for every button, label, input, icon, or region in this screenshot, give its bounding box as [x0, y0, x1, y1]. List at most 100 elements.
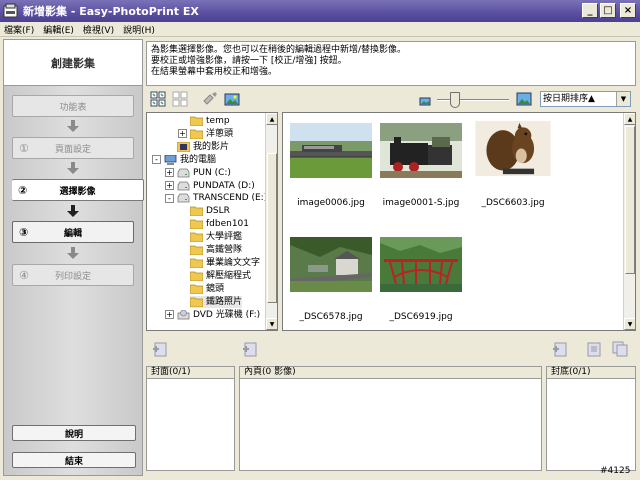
scroll-thumb[interactable] — [267, 153, 277, 303]
dropdown-arrow-icon[interactable]: ▼ — [616, 92, 630, 106]
drive-icon — [177, 168, 190, 178]
small-image-size-icon[interactable] — [417, 93, 433, 109]
close-button[interactable]: × — [620, 3, 636, 18]
tree-expand-toggle[interactable]: + — [178, 129, 187, 139]
down-arrow-icon — [67, 205, 79, 217]
minimize-button[interactable]: _ — [582, 3, 598, 18]
computer-icon — [164, 154, 177, 165]
step-number: ① — [19, 141, 29, 155]
scroll-down-button[interactable]: ▼ — [266, 318, 277, 330]
maximize-icon: □ — [603, 4, 613, 16]
menu-bar: 檔案(F) 編輯(E) 檢視(V) 說明(H) — [0, 22, 640, 37]
instruction-text: 為影集選擇影像。您也可以在稍後的編輯過程中新增/替換影像。 要校正或增強影像，請… — [146, 41, 636, 86]
correct-enhance-icon[interactable] — [202, 91, 218, 107]
folder-tree-scrollbar[interactable]: ▲ ▼ — [265, 113, 277, 330]
add-cover-icon[interactable] — [152, 341, 168, 357]
tree-expand-toggle[interactable]: - — [165, 193, 174, 203]
image-filename: image0006.jpg — [297, 198, 365, 208]
maximize-button[interactable]: □ — [600, 3, 616, 18]
down-arrow-icon — [67, 120, 79, 132]
step-menu[interactable]: 功能表 — [12, 95, 134, 117]
back-cover-drop-area[interactable] — [546, 379, 636, 471]
large-image-size-icon[interactable] — [516, 91, 532, 107]
tree-node[interactable]: fdben101 — [189, 218, 249, 230]
folder-icon — [189, 245, 204, 256]
step-panel: 創建影集 功能表 ① 頁面設定 ② 選擇影像 ③ 編輯 ④ 列印設定 說明 結束 — [3, 39, 144, 476]
tree-node[interactable]: 我的影片 — [176, 141, 230, 153]
tree-expand-toggle[interactable]: + — [165, 310, 174, 319]
image-thumbnail[interactable] — [290, 237, 372, 292]
image-thumbnail[interactable] — [472, 121, 554, 176]
image-grid-scrollbar[interactable]: ▲ ▼ — [623, 113, 635, 330]
help-button[interactable]: 說明 — [12, 425, 136, 441]
remove-all-icon[interactable] — [612, 341, 628, 357]
tree-node-label: 我的電腦 — [180, 154, 217, 165]
add-inner-page-icon[interactable] — [242, 341, 258, 357]
title-bar[interactable]: 新增影集 - Easy-PhotoPrint EX _ □ × — [0, 0, 640, 22]
tree-node[interactable]: DVD 光碟機 (F:) — [177, 309, 260, 321]
add-back-cover-icon[interactable] — [552, 341, 568, 357]
tree-expand-toggle[interactable]: + — [165, 181, 174, 190]
scroll-down-button[interactable]: ▼ — [624, 318, 635, 330]
tree-node[interactable]: 我的電腦 — [164, 154, 216, 166]
exit-button[interactable]: 結束 — [12, 452, 136, 468]
folder-icon — [189, 258, 204, 269]
tree-node[interactable]: 高鐵營隊 — [189, 244, 242, 256]
tree-node[interactable]: temp — [189, 115, 230, 127]
step-number: ② — [18, 183, 28, 197]
step-select-images[interactable]: ② 選擇影像 — [12, 179, 144, 201]
dvd-drive-icon — [177, 309, 190, 320]
scroll-thumb[interactable] — [625, 126, 635, 274]
tree-node-label: DSLR — [206, 206, 230, 217]
image-filename: image0001-S.jpg — [382, 198, 460, 208]
instruction-line: 為影集選擇影像。您也可以在稍後的編輯過程中新增/替換影像。 — [151, 45, 407, 55]
tree-node-label: 鏡頭 — [206, 283, 225, 294]
step-edit[interactable]: ③ 編輯 — [12, 221, 134, 243]
tree-node[interactable]: PUN (C:) — [177, 167, 231, 179]
image-grid: image0006.jpg image0001-S.jpg _DSC6603.j… — [282, 112, 636, 331]
tree-node[interactable]: 解壓縮程式 — [189, 270, 252, 282]
image-thumbnail[interactable] — [380, 123, 462, 178]
tree-node-label: 解壓縮程式 — [206, 270, 252, 281]
image-info-icon[interactable] — [224, 91, 240, 107]
menu-file[interactable]: 檔案(F) — [4, 23, 34, 36]
sort-order-select[interactable]: 按日期排序▲ ▼ — [540, 91, 631, 107]
tree-node[interactable]: 洋蔥頭 — [189, 128, 234, 140]
tree-expand-toggle[interactable]: - — [152, 155, 161, 165]
menu-view[interactable]: 檢視(V) — [83, 23, 114, 36]
scroll-up-button[interactable]: ▲ — [266, 113, 277, 125]
image-thumbnail[interactable] — [290, 123, 372, 178]
tree-node-label: 洋蔥頭 — [206, 128, 234, 139]
tree-node[interactable]: 鐵路照片 — [189, 295, 243, 308]
tree-node[interactable]: 畢業論文文字 — [189, 257, 260, 269]
remove-image-icon[interactable] — [586, 341, 602, 357]
image-thumbnail[interactable] — [380, 237, 462, 292]
tree-node-label: PUN (C:) — [193, 167, 231, 178]
step-number: ③ — [19, 225, 29, 239]
tree-node-label: 我的影片 — [193, 141, 230, 152]
tree-node[interactable]: PUNDATA (D:) — [177, 180, 255, 192]
step-label: 頁面設定 — [54, 144, 91, 155]
tree-expand-toggle[interactable]: + — [165, 168, 174, 178]
tree-node[interactable]: DSLR — [189, 205, 230, 217]
select-all-icon[interactable] — [150, 91, 166, 107]
menu-help[interactable]: 說明(H) — [123, 23, 155, 36]
deselect-all-icon[interactable] — [172, 91, 188, 107]
tree-node[interactable]: 鏡頭 — [189, 283, 225, 295]
folder-tree: temp + 洋蔥頭 我的影片 - 我的電腦 + PUN (C:) + PUNDATA (D:) -… — [146, 112, 278, 331]
image-filename: _DSC6603.jpg — [481, 198, 545, 208]
step-label: 編輯 — [63, 228, 82, 239]
step-print-settings[interactable]: ④ 列印設定 — [12, 264, 134, 286]
cover-drop-area[interactable] — [146, 379, 235, 471]
app-window: 新增影集 - Easy-PhotoPrint EX _ □ × 檔案(F) 編輯… — [0, 0, 640, 480]
step-number: ④ — [19, 268, 29, 282]
thumbnail-size-slider-track[interactable] — [437, 99, 509, 101]
thumbnail-size-slider-thumb[interactable] — [450, 92, 460, 108]
scroll-up-button[interactable]: ▲ — [624, 113, 635, 125]
step-page-setup[interactable]: ① 頁面設定 — [12, 137, 134, 159]
tree-node[interactable]: TRANSCEND (E:) — [177, 192, 267, 204]
folder-icon — [189, 129, 204, 140]
inner-pages-drop-area[interactable] — [239, 379, 542, 471]
tree-node[interactable]: 大學評鑑 — [189, 231, 242, 243]
menu-edit[interactable]: 編輯(E) — [43, 23, 74, 36]
